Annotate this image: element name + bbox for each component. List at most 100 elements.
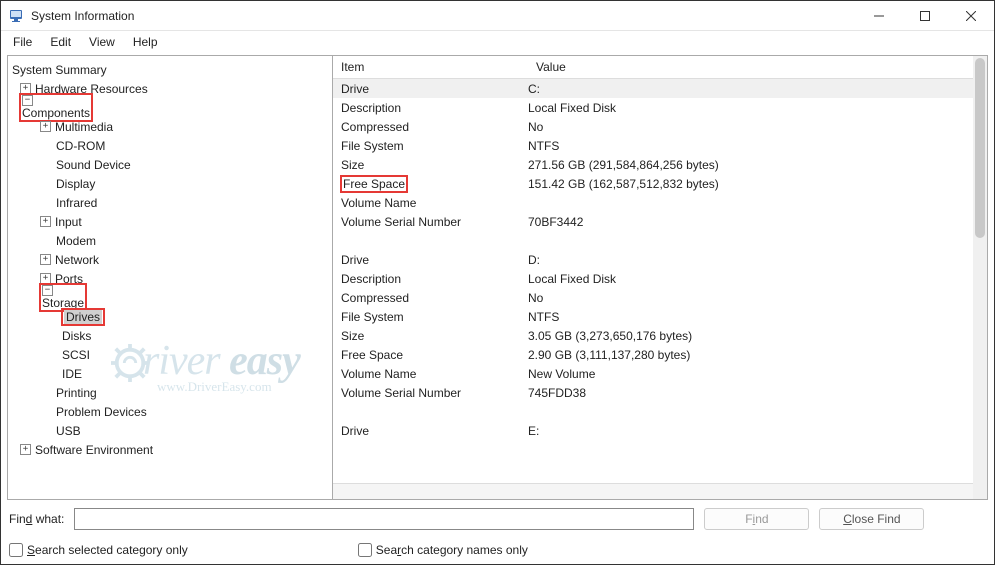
- detail-row[interactable]: Size3.05 GB (3,273,650,176 bytes): [333, 326, 987, 345]
- detail-item: Description: [341, 272, 528, 286]
- detail-row[interactable]: [333, 231, 987, 250]
- header-item[interactable]: Item: [333, 56, 528, 78]
- detail-pane: Item Value DriveC:DescriptionLocal Fixed…: [333, 56, 987, 499]
- header-value[interactable]: Value: [528, 56, 987, 78]
- detail-row[interactable]: DriveD:: [333, 250, 987, 269]
- scroll-thumb[interactable]: [975, 58, 985, 238]
- detail-value: NTFS: [528, 310, 987, 324]
- detail-value: 3.05 GB (3,273,650,176 bytes): [528, 329, 987, 343]
- detail-value: 151.42 GB (162,587,512,832 bytes): [528, 177, 987, 191]
- tree-scsi[interactable]: SCSI: [10, 345, 330, 364]
- tree-modem[interactable]: Modem: [10, 231, 330, 250]
- tree-sound[interactable]: Sound Device: [10, 155, 330, 174]
- find-bar: Find what: Find Close Find: [1, 502, 994, 536]
- close-find-button[interactable]: Close Find: [819, 508, 924, 530]
- tree-software-env[interactable]: + Software Environment: [10, 440, 330, 459]
- minimize-button[interactable]: [856, 1, 902, 31]
- tree-usb[interactable]: USB: [10, 421, 330, 440]
- tree-infrared[interactable]: Infrared: [10, 193, 330, 212]
- detail-row[interactable]: Volume Serial Number745FDD38: [333, 383, 987, 402]
- detail-value: D:: [528, 253, 987, 267]
- search-names-label: Search category names only: [376, 543, 528, 557]
- detail-item: Volume Serial Number: [341, 215, 528, 229]
- detail-row[interactable]: Volume Name: [333, 193, 987, 212]
- detail-row[interactable]: Volume NameNew Volume: [333, 364, 987, 383]
- detail-row[interactable]: DescriptionLocal Fixed Disk: [333, 98, 987, 117]
- tree-multimedia[interactable]: + Multimedia: [10, 117, 330, 136]
- expand-icon[interactable]: +: [40, 121, 51, 132]
- detail-row[interactable]: File SystemNTFS: [333, 307, 987, 326]
- detail-value: Local Fixed Disk: [528, 101, 987, 115]
- collapse-icon[interactable]: −: [22, 95, 33, 106]
- detail-value: 271.56 GB (291,584,864,256 bytes): [528, 158, 987, 172]
- detail-row[interactable]: Volume Serial Number70BF3442: [333, 212, 987, 231]
- detail-item: Drive: [341, 253, 528, 267]
- detail-item: Description: [341, 101, 528, 115]
- tree-problem[interactable]: Problem Devices: [10, 402, 330, 421]
- detail-row[interactable]: DriveC:: [333, 79, 987, 98]
- detail-value: New Volume: [528, 367, 987, 381]
- detail-item: Volume Name: [341, 367, 528, 381]
- detail-row[interactable]: [333, 402, 987, 421]
- vertical-scrollbar[interactable]: [973, 56, 987, 499]
- detail-row[interactable]: Free Space151.42 GB (162,587,512,832 byt…: [333, 174, 987, 193]
- detail-item: Free Space: [341, 348, 528, 362]
- detail-item: Size: [341, 158, 528, 172]
- search-selected-label: Search selected category only: [27, 543, 188, 557]
- tree-printing[interactable]: Printing: [10, 383, 330, 402]
- detail-row[interactable]: DescriptionLocal Fixed Disk: [333, 269, 987, 288]
- detail-item: Drive: [341, 82, 528, 96]
- tree-storage[interactable]: − Storage: [10, 288, 330, 307]
- detail-row[interactable]: File SystemNTFS: [333, 136, 987, 155]
- tree-disks[interactable]: Disks: [10, 326, 330, 345]
- detail-value: 2.90 GB (3,111,137,280 bytes): [528, 348, 987, 362]
- detail-row[interactable]: Size271.56 GB (291,584,864,256 bytes): [333, 155, 987, 174]
- detail-item: Free Space: [341, 176, 528, 192]
- detail-header[interactable]: Item Value: [333, 56, 987, 79]
- detail-row[interactable]: Free Space2.90 GB (3,111,137,280 bytes): [333, 345, 987, 364]
- detail-row[interactable]: CompressedNo: [333, 288, 987, 307]
- expand-icon[interactable]: +: [40, 216, 51, 227]
- expand-icon[interactable]: +: [40, 254, 51, 265]
- detail-value: 70BF3442: [528, 215, 987, 229]
- window-title: System Information: [31, 9, 134, 23]
- menu-edit[interactable]: Edit: [42, 33, 79, 51]
- collapse-icon[interactable]: −: [42, 285, 53, 296]
- tree-network[interactable]: + Network: [10, 250, 330, 269]
- detail-value: NTFS: [528, 139, 987, 153]
- detail-value: Local Fixed Disk: [528, 272, 987, 286]
- horizontal-scrollbar[interactable]: [333, 483, 987, 499]
- tree-cdrom[interactable]: CD-ROM: [10, 136, 330, 155]
- detail-item: File System: [341, 139, 528, 153]
- tree-ide[interactable]: IDE: [10, 364, 330, 383]
- detail-item: Size: [341, 329, 528, 343]
- menu-view[interactable]: View: [81, 33, 123, 51]
- find-button[interactable]: Find: [704, 508, 809, 530]
- detail-row[interactable]: DriveE:: [333, 421, 987, 440]
- detail-list[interactable]: Item Value DriveC:DescriptionLocal Fixed…: [333, 56, 987, 483]
- detail-value: No: [528, 291, 987, 305]
- detail-item: Drive: [341, 424, 528, 438]
- titlebar: System Information: [1, 1, 994, 31]
- tree-pane[interactable]: System Summary + Hardware Resources − Co…: [8, 56, 333, 499]
- search-selected-checkbox[interactable]: [9, 543, 23, 557]
- content: System Summary + Hardware Resources − Co…: [7, 55, 988, 500]
- close-button[interactable]: [948, 1, 994, 31]
- menu-help[interactable]: Help: [125, 33, 166, 51]
- tree-display[interactable]: Display: [10, 174, 330, 193]
- maximize-button[interactable]: [902, 1, 948, 31]
- detail-value: E:: [528, 424, 987, 438]
- tree-components[interactable]: − Components: [10, 98, 330, 117]
- detail-item: Volume Serial Number: [341, 386, 528, 400]
- tree-input[interactable]: + Input: [10, 212, 330, 231]
- detail-row[interactable]: CompressedNo: [333, 117, 987, 136]
- detail-value: C:: [528, 82, 987, 96]
- expand-icon[interactable]: +: [20, 444, 31, 455]
- find-input[interactable]: [74, 508, 694, 530]
- app-icon: [9, 8, 25, 24]
- search-names-checkbox[interactable]: [358, 543, 372, 557]
- window-controls: [856, 1, 994, 31]
- menu-file[interactable]: File: [5, 33, 40, 51]
- tree-system-summary[interactable]: System Summary: [10, 60, 330, 79]
- detail-item: File System: [341, 310, 528, 324]
